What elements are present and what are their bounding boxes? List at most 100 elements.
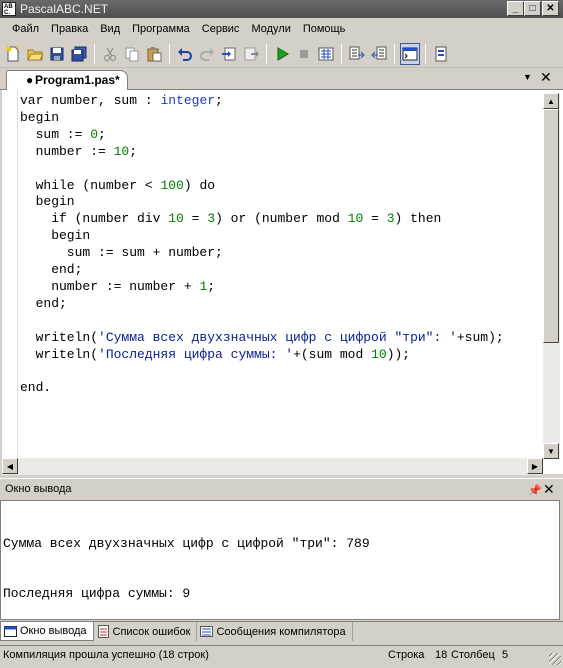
code-token: writeln(: [20, 346, 99, 362]
cut-icon[interactable]: [100, 43, 120, 65]
code-line[interactable]: writeln('Последняя цифра суммы: '+(sum m…: [20, 347, 504, 364]
code-token: +(sum mod: [293, 346, 372, 362]
output-line: Сумма всех двухзначных цифр с цифрой "тр…: [3, 536, 370, 551]
save-all-icon[interactable]: [69, 43, 89, 65]
code-line[interactable]: sum := 0;: [20, 127, 504, 144]
toolbar-separator: [169, 43, 170, 64]
code-line[interactable]: begin: [20, 110, 504, 127]
menu-edit[interactable]: Правка: [45, 18, 94, 40]
tab-compiler-messages[interactable]: Сообщения компилятора: [197, 622, 353, 641]
title-bar: AB C. PascalABC.NET _ □ ✕: [0, 0, 563, 18]
vertical-scrollbar[interactable]: ▲ ▼: [543, 93, 560, 459]
code-line[interactable]: begin: [20, 228, 504, 245]
indent-icon[interactable]: [347, 43, 367, 65]
stop-icon[interactable]: [294, 43, 314, 65]
code-line[interactable]: number := 10;: [20, 144, 504, 161]
code-token: var number, sum :: [20, 93, 161, 108]
minimize-button[interactable]: _: [507, 1, 524, 16]
output-window-icon[interactable]: [400, 42, 420, 65]
scroll-down-icon[interactable]: ▼: [543, 443, 559, 459]
save-icon[interactable]: [47, 43, 67, 65]
code-token: end;: [20, 295, 67, 311]
open-folder-icon[interactable]: [25, 43, 45, 65]
menu-view[interactable]: Вид: [94, 18, 126, 40]
code-line[interactable]: writeln('Сумма всех двухзначных цифр с ц…: [20, 330, 504, 347]
code-line[interactable]: [20, 364, 504, 381]
code-token: ;: [215, 93, 223, 108]
run-icon[interactable]: [272, 43, 292, 65]
menu-service[interactable]: Сервис: [196, 18, 246, 40]
tab-output[interactable]: Окно вывода: [0, 622, 94, 641]
code-token: begin: [20, 228, 91, 244]
copy-icon[interactable]: [122, 43, 142, 65]
code-line[interactable]: end.: [20, 380, 504, 397]
code-token: 3: [207, 211, 216, 227]
code-token: +sum);: [456, 329, 504, 345]
code-token: number :=: [20, 143, 114, 159]
output-window-icon: [4, 625, 17, 637]
code-token: end;: [20, 262, 83, 278]
debug-step-over-icon[interactable]: [241, 43, 261, 65]
editor-tab-strip: ● Program1.pas* ▼ ✕: [0, 68, 563, 90]
debug-step-icon[interactable]: [219, 43, 239, 65]
menu-help[interactable]: Помощь: [297, 18, 352, 40]
toolbar-separator: [266, 43, 267, 64]
horizontal-scrollbar[interactable]: ◀ ▶: [2, 458, 543, 475]
status-column-value: 5: [502, 649, 509, 661]
code-token: writeln(: [20, 329, 99, 345]
code-token: sum :=: [20, 126, 91, 142]
menu-program[interactable]: Программа: [126, 18, 196, 40]
toolbar-separator: [394, 43, 395, 64]
code-line[interactable]: [20, 161, 504, 178]
code-token: 'Сумма всех двухзначных цифр с цифрой "т…: [98, 329, 457, 345]
code-editor[interactable]: var number, sum : integer; begin sum := 0…: [0, 90, 563, 474]
resize-grip-icon[interactable]: [549, 653, 561, 665]
close-window-button[interactable]: ✕: [542, 1, 559, 16]
maximize-button[interactable]: □: [524, 1, 541, 16]
pin-icon[interactable]: 📌: [528, 481, 542, 501]
tab-error-list[interactable]: Список ошибок: [94, 622, 198, 641]
scroll-right-icon[interactable]: ▶: [527, 458, 543, 474]
code-line[interactable]: var number, sum : integer;: [20, 93, 504, 110]
close-panel-icon[interactable]: ✕: [543, 479, 555, 499]
code-line[interactable]: sum := sum + number;: [20, 245, 504, 262]
output-window[interactable]: Сумма всех двухзначных цифр с цифрой "тр…: [0, 500, 560, 620]
code-line[interactable]: while (number < 100) do: [20, 178, 504, 195]
menu-modules[interactable]: Модули: [245, 18, 296, 40]
code-token: ));: [386, 346, 411, 362]
code-line[interactable]: if (number div 10 = 3) or (number mod 10…: [20, 211, 504, 228]
scroll-up-icon[interactable]: ▲: [543, 93, 559, 109]
code-line[interactable]: end;: [20, 262, 504, 279]
tab-program1[interactable]: ● Program1.pas*: [6, 70, 128, 90]
new-file-icon[interactable]: [3, 43, 23, 65]
code-token: ;: [129, 143, 138, 159]
close-tab-icon[interactable]: ✕: [540, 69, 552, 86]
error-list-icon: [97, 625, 109, 638]
code-line[interactable]: number := number + 1;: [20, 279, 504, 296]
output-panel-header: Окно вывода 📌 ✕: [0, 478, 563, 499]
redo-icon[interactable]: [197, 43, 217, 65]
chevron-down-icon[interactable]: ▼: [523, 72, 532, 82]
code-token: 10: [347, 211, 364, 227]
scroll-left-icon[interactable]: ◀: [2, 458, 18, 474]
code-line[interactable]: [20, 313, 504, 330]
outdent-icon[interactable]: [369, 43, 389, 65]
status-message: Компиляция прошла успешно (18 строк): [3, 649, 209, 661]
vertical-scroll-thumb[interactable]: [543, 109, 559, 343]
toolbar-separator: [94, 43, 95, 64]
code-line[interactable]: end;: [20, 296, 504, 313]
code-line[interactable]: begin: [20, 194, 504, 211]
menu-file[interactable]: Файл: [6, 18, 45, 40]
toolbar-separator: [341, 43, 342, 64]
properties-icon[interactable]: [431, 43, 451, 65]
compiler-messages-icon: [200, 626, 214, 637]
app-logo-icon: AB C.: [2, 2, 16, 16]
code-token: 'Последняя цифра суммы: ': [98, 346, 294, 362]
output-panel-title: Окно вывода: [5, 483, 72, 495]
code-token: 100: [160, 177, 184, 193]
code-text[interactable]: var number, sum : integer; begin sum := 0…: [20, 93, 504, 397]
paste-icon[interactable]: [144, 43, 164, 65]
code-token: ;: [98, 126, 106, 142]
compile-icon[interactable]: [316, 43, 336, 65]
undo-icon[interactable]: [175, 43, 195, 65]
